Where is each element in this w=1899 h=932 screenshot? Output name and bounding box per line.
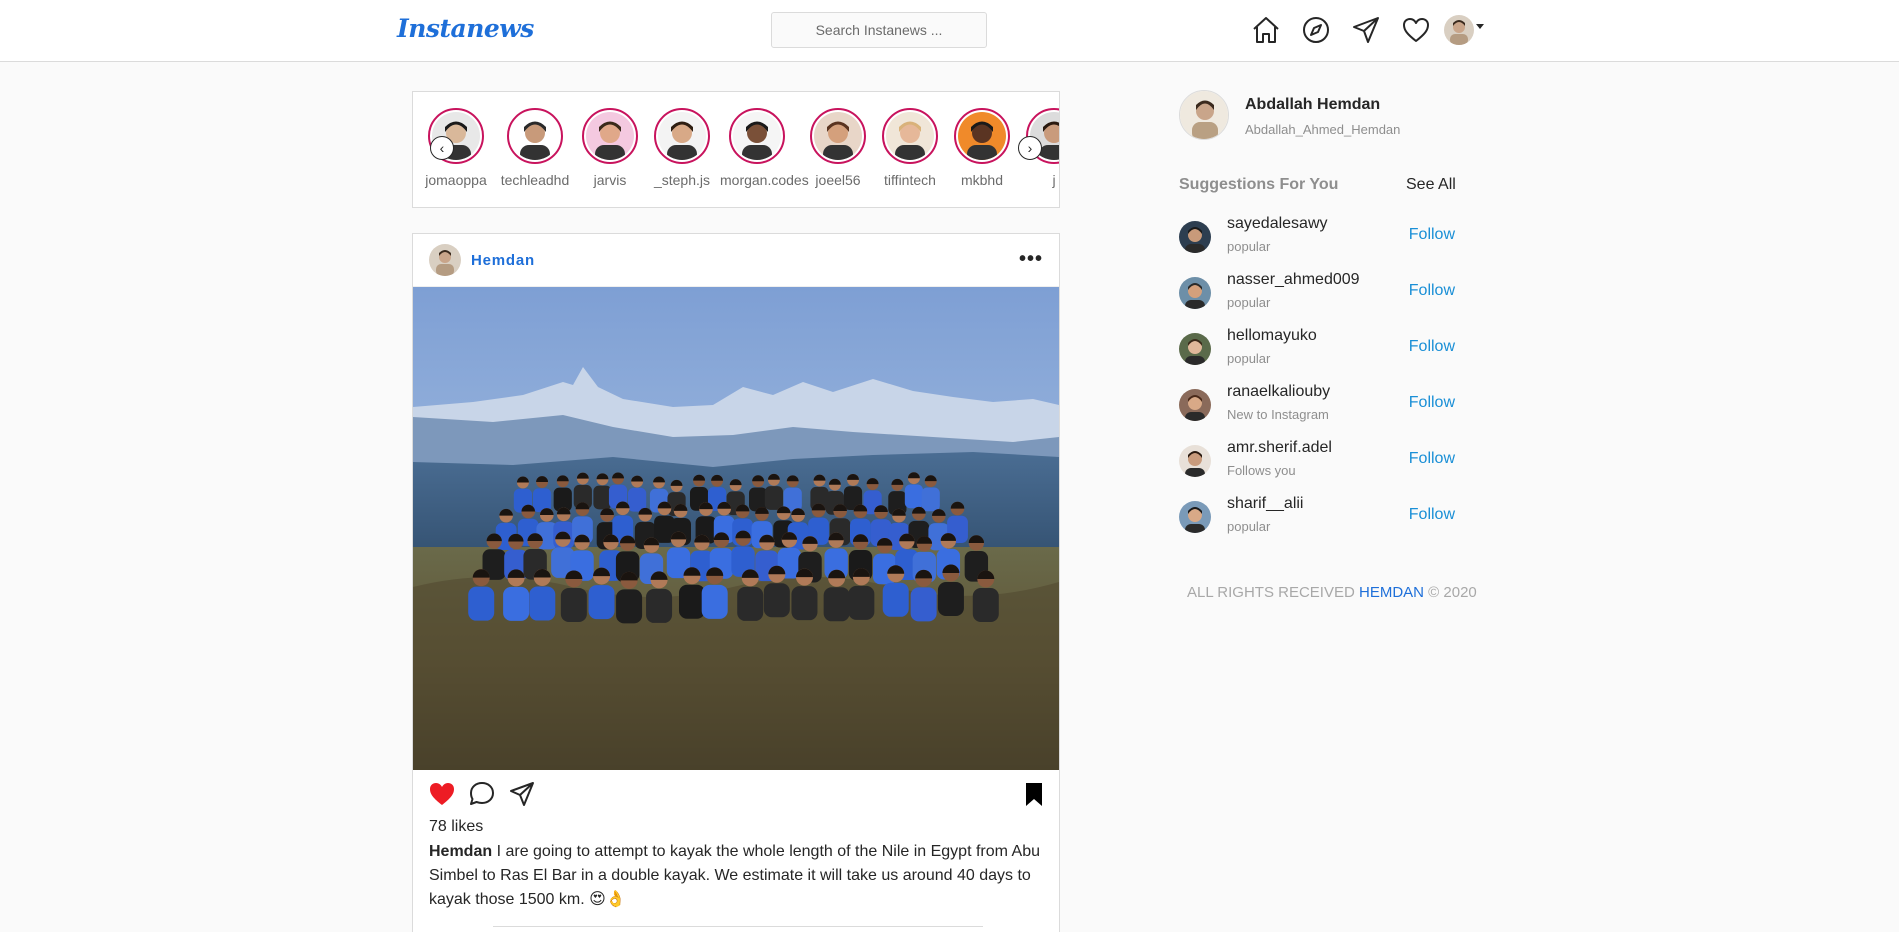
- suggestion-item: nasser_ahmed009popular Follow: [1179, 271, 1455, 317]
- suggestion-item: sharif__aliipopular Follow: [1179, 495, 1455, 541]
- story-item[interactable]: morgan.codes: [720, 108, 809, 188]
- footer-suffix: © 2020: [1424, 584, 1477, 601]
- suggestion-subtitle: popular: [1227, 239, 1271, 254]
- stories-prev-button[interactable]: ‹: [430, 136, 454, 160]
- more-options-icon[interactable]: •••: [1019, 248, 1043, 271]
- post-card: Hemdan ••• 78 likes Hemdan I are going t…: [412, 233, 1060, 932]
- story-ring[interactable]: [954, 108, 1010, 164]
- suggestion-avatar[interactable]: [1179, 501, 1211, 533]
- post-avatar[interactable]: [429, 244, 461, 276]
- current-user-avatar[interactable]: [1179, 90, 1229, 140]
- share-icon[interactable]: [508, 780, 536, 808]
- suggestion-username[interactable]: nasser_ahmed009: [1227, 271, 1360, 289]
- search-input[interactable]: Search Instanews ...: [771, 12, 987, 48]
- story-item[interactable]: tiffintech: [873, 108, 947, 188]
- story-avatar: [886, 112, 934, 160]
- story-item[interactable]: mkbhd: [945, 108, 1019, 188]
- follow-button[interactable]: Follow: [1409, 226, 1455, 244]
- footer-prefix: ALL RIGHTS RECEIVED: [1187, 584, 1359, 601]
- caption-text: I are going to attempt to kayak the whol…: [429, 843, 1040, 908]
- story-avatar: [814, 112, 862, 160]
- nav-avatar[interactable]: [1444, 15, 1474, 45]
- suggestion-avatar[interactable]: [1179, 333, 1211, 365]
- story-username[interactable]: jarvis: [573, 172, 647, 188]
- suggestion-avatar[interactable]: [1179, 221, 1211, 253]
- suggestion-username[interactable]: sayedalesawy: [1227, 215, 1328, 233]
- follow-button[interactable]: Follow: [1409, 450, 1455, 468]
- follow-button[interactable]: Follow: [1409, 338, 1455, 356]
- bookmark-icon[interactable]: [1020, 780, 1048, 808]
- post-actions: [428, 780, 1048, 810]
- story-username[interactable]: _steph.js: [645, 172, 719, 188]
- suggestion-username[interactable]: hellomayuko: [1227, 327, 1317, 345]
- logo[interactable]: Instanews: [397, 14, 534, 43]
- suggestion-item: ranaelkaliouby New to Instagram Follow: [1179, 383, 1455, 429]
- story-ring[interactable]: [507, 108, 563, 164]
- suggestion-username[interactable]: ranaelkaliouby: [1227, 383, 1330, 401]
- post-image[interactable]: [413, 287, 1059, 770]
- suggestion-avatar[interactable]: [1179, 389, 1211, 421]
- suggestion-subtitle: popular: [1227, 295, 1271, 310]
- suggestion-avatar[interactable]: [1179, 277, 1211, 309]
- suggestion-item: hellomayuko popular Follow: [1179, 327, 1455, 373]
- story-avatar: [658, 112, 706, 160]
- story-username[interactable]: j: [1017, 172, 1059, 188]
- direct-message-icon[interactable]: [1350, 14, 1382, 46]
- chevron-down-icon[interactable]: [1476, 23, 1484, 29]
- suggestion-username[interactable]: sharif__alii: [1227, 495, 1303, 513]
- story-ring[interactable]: [582, 108, 638, 164]
- follow-button[interactable]: Follow: [1409, 282, 1455, 300]
- story-item[interactable]: _steph.js: [645, 108, 719, 188]
- story-item[interactable]: joeel56: [801, 108, 875, 188]
- suggestion-subtitle: Follows you: [1227, 463, 1296, 478]
- suggestion-avatar[interactable]: [1179, 445, 1211, 477]
- story-username[interactable]: mkbhd: [945, 172, 1019, 188]
- stories-bar: ‹ › jomaoppa techleadhd jarvis _steph.js mor…: [412, 91, 1060, 208]
- story-ring[interactable]: [729, 108, 785, 164]
- current-user-handle: Abdallah_Ahmed_Hemdan: [1245, 122, 1401, 137]
- like-heart-icon[interactable]: [428, 780, 456, 808]
- story-username[interactable]: joeel56: [801, 172, 875, 188]
- suggestion-subtitle: popular: [1227, 351, 1271, 366]
- explore-icon[interactable]: [1300, 14, 1332, 46]
- likes-count: 78 likes: [429, 818, 484, 835]
- story-ring[interactable]: [654, 108, 710, 164]
- suggestion-item: sayedalesawy popular Follow: [1179, 215, 1455, 261]
- post-header: Hemdan •••: [413, 234, 1059, 287]
- story-username[interactable]: tiffintech: [873, 172, 947, 188]
- story-avatar: [958, 112, 1006, 160]
- story-avatar: [586, 112, 634, 160]
- footer: ALL RIGHTS RECEIVED HEMDAN © 2020: [1187, 584, 1477, 601]
- divider: [493, 926, 983, 927]
- story-ring[interactable]: [810, 108, 866, 164]
- story-item[interactable]: techleadhd: [498, 108, 572, 188]
- post-username[interactable]: Hemdan: [471, 252, 535, 269]
- story-ring[interactable]: [882, 108, 938, 164]
- footer-brand[interactable]: HEMDAN: [1359, 584, 1424, 601]
- top-nav: Instanews Search Instanews ...: [0, 0, 1899, 62]
- follow-button[interactable]: Follow: [1409, 394, 1455, 412]
- story-item[interactable]: jarvis: [573, 108, 647, 188]
- story-avatar: [511, 112, 559, 160]
- current-user-name[interactable]: Abdallah Hemdan: [1245, 96, 1380, 114]
- home-icon[interactable]: [1250, 14, 1282, 46]
- suggestion-username[interactable]: amr.sherif.adel: [1227, 439, 1332, 457]
- heart-icon[interactable]: [1400, 14, 1432, 46]
- story-username[interactable]: jomaoppa: [419, 172, 493, 188]
- stories-next-button[interactable]: ›: [1018, 136, 1042, 160]
- story-username[interactable]: techleadhd: [498, 172, 572, 188]
- story-username[interactable]: morgan.codes: [720, 172, 809, 188]
- see-all-link[interactable]: See All: [1406, 176, 1456, 194]
- follow-button[interactable]: Follow: [1409, 506, 1455, 524]
- suggestions-title: Suggestions For You: [1179, 176, 1339, 193]
- suggestion-item: amr.sherif.adel Follows you Follow: [1179, 439, 1455, 485]
- suggestion-subtitle: New to Instagram: [1227, 407, 1329, 422]
- nav-icons: [1250, 14, 1484, 46]
- story-avatar: [733, 112, 781, 160]
- post-caption: Hemdan I are going to attempt to kayak t…: [429, 840, 1044, 912]
- suggestion-subtitle: popular: [1227, 519, 1271, 534]
- comment-icon[interactable]: [468, 780, 496, 808]
- caption-username[interactable]: Hemdan: [429, 843, 492, 860]
